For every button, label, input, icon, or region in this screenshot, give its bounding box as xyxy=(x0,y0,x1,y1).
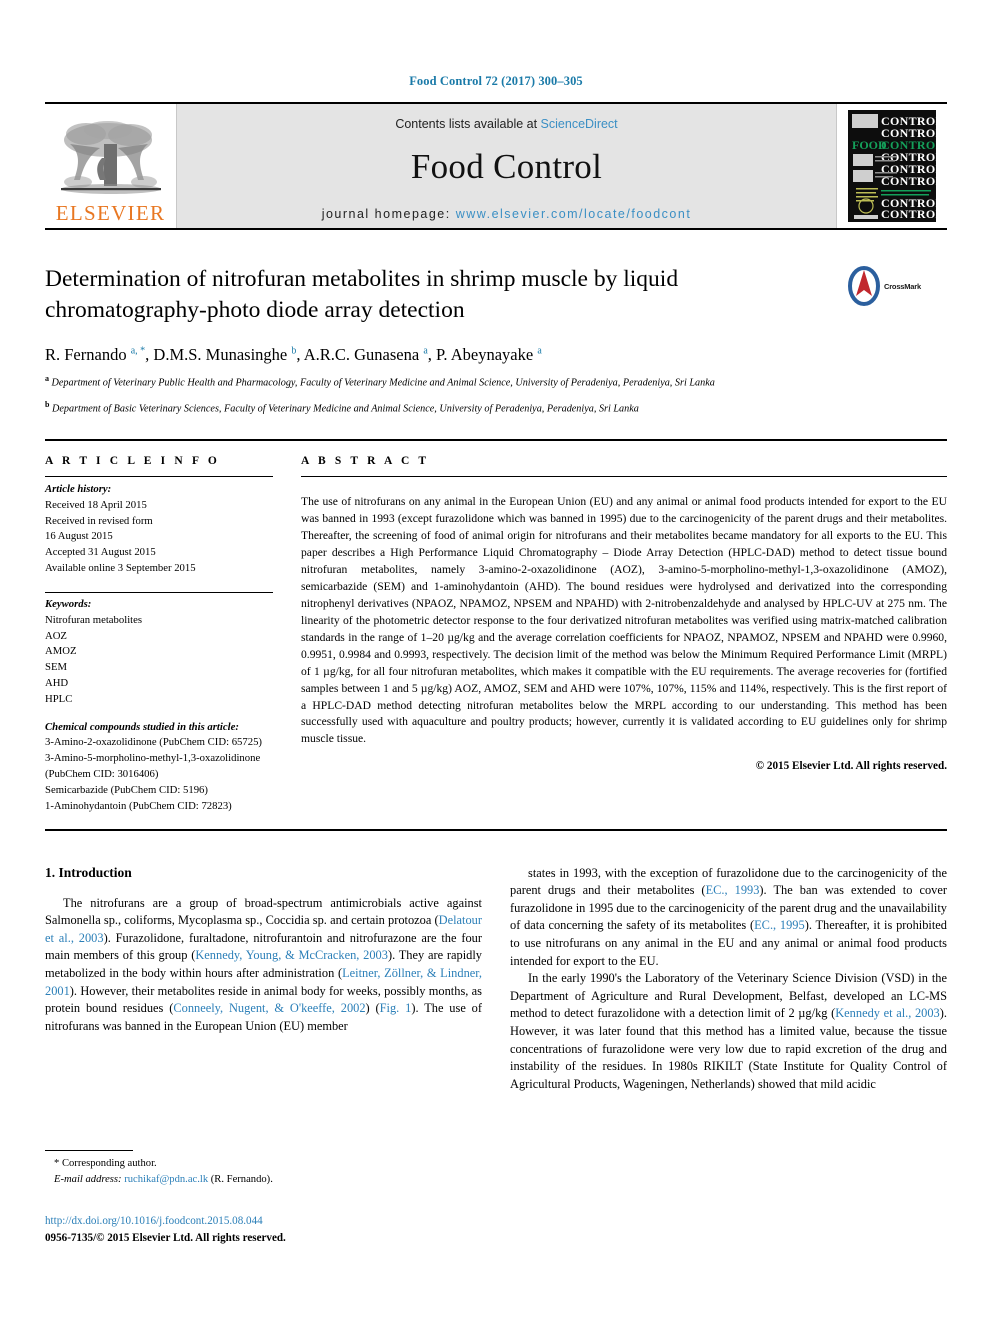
homepage-prefix: journal homepage: xyxy=(321,207,456,221)
compound-item: 1-Aminohydantoin (PubChem CID: 72823) xyxy=(45,799,232,812)
history-item: Accepted 31 August 2015 xyxy=(45,546,156,559)
body-columns: 1. Introduction The nitrofurans are a gr… xyxy=(45,865,947,1094)
keyword-item: AOZ xyxy=(45,629,67,642)
keywords-label: Keywords: xyxy=(45,597,92,610)
journal-title: Food Control xyxy=(410,147,603,186)
body-paragraph: The nitrofurans are a group of broad-spe… xyxy=(45,895,482,1033)
author-list: R. Fernando a, *, D.M.S. Munasinghe b, A… xyxy=(45,344,542,364)
keyword-item: SEM xyxy=(45,661,67,674)
body-paragraph: In the early 1990's the Laboratory of th… xyxy=(510,971,947,1091)
email-suffix: (R. Fernando). xyxy=(210,1173,273,1185)
email-link[interactable]: ruchikaf@pdn.ac.lk xyxy=(124,1174,208,1185)
journal-homepage-link[interactable]: www.elsevier.com/locate/foodcont xyxy=(456,207,692,221)
abstract-text: The use of nitrofurans on any animal in … xyxy=(301,495,947,746)
keyword-item: HPLC xyxy=(45,692,73,705)
history-item: Received in revised form xyxy=(45,514,153,527)
doi-block: http://dx.doi.org/10.1016/j.foodcont.201… xyxy=(45,1213,478,1246)
article-info-column: A R T I C L E I N F O Article history: R… xyxy=(45,455,273,815)
keyword-item: Nitrofuran metabolites xyxy=(45,613,143,626)
keyword-item: AHD xyxy=(45,676,69,689)
crossmark-icon xyxy=(848,266,880,306)
body-column-left: 1. Introduction The nitrofurans are a gr… xyxy=(45,865,482,1094)
article-info-heading: A R T I C L E I N F O xyxy=(45,454,220,467)
compound-item: Semicarbazide (PubChem CID: 5196) xyxy=(45,783,208,796)
footnote-divider xyxy=(45,1150,133,1151)
crossmark-label: CrossMark xyxy=(884,281,921,291)
sciencedirect-link[interactable]: ScienceDirect xyxy=(541,117,618,131)
svg-text:CONTROL: CONTROL xyxy=(881,207,936,221)
history-item: Available online 3 September 2015 xyxy=(45,562,196,575)
band-bottom-rule xyxy=(45,828,947,831)
email-label: E-mail address: xyxy=(54,1173,122,1185)
compound-item: 3-Amino-2-oxazolidinone (PubChem CID: 65… xyxy=(45,736,262,749)
elsevier-wordmark: ELSEVIER xyxy=(55,201,166,225)
info-abstract-band: A R T I C L E I N F O Article history: R… xyxy=(45,438,947,815)
contents-prefix: Contents lists available at xyxy=(395,117,541,131)
abstract-rule xyxy=(301,475,947,477)
history-item: 16 August 2015 xyxy=(45,530,113,543)
doi-link[interactable]: http://dx.doi.org/10.1016/j.foodcont.201… xyxy=(45,1213,478,1230)
abstract-heading: A B S T R A C T xyxy=(301,454,430,467)
journal-cover-thumbnail: CONTROL CONTROL FOOD CONTROL CONTROL CON… xyxy=(836,104,947,228)
abstract-column: A B S T R A C T The use of nitrofurans o… xyxy=(301,455,947,815)
affiliation-b: b Department of Basic Veterinary Science… xyxy=(45,400,639,415)
elsevier-logo: ELSEVIER xyxy=(45,104,177,228)
abstract-copyright: © 2015 Elsevier Ltd. All rights reserved… xyxy=(755,759,947,772)
keywords-divider xyxy=(45,591,273,593)
issn-copyright-line: 0956-7135/© 2015 Elsevier Ltd. All right… xyxy=(45,1231,286,1244)
page-title: Determination of nitrofuran metabolites … xyxy=(45,266,679,324)
history-item: Received 18 April 2015 xyxy=(45,498,147,511)
title-block: Determination of nitrofuran metabolites … xyxy=(45,264,947,327)
body-paragraph: states in 1993, with the exception of fu… xyxy=(510,865,948,968)
contents-lists-line: Contents lists available at ScienceDirec… xyxy=(395,117,617,131)
footnote-body: * Corresponding author. E-mail address: … xyxy=(45,1156,478,1187)
masthead-center: Contents lists available at ScienceDirec… xyxy=(177,104,836,228)
elsevier-tree-icon xyxy=(60,121,161,194)
corresponding-author-footnote: * Corresponding author. E-mail address: … xyxy=(45,1150,478,1187)
email-line: E-mail address: ruchikaf@pdn.ac.lk (R. F… xyxy=(54,1172,478,1188)
keyword-item: AMOZ xyxy=(45,645,77,658)
journal-homepage-line: journal homepage: www.elsevier.com/locat… xyxy=(322,207,692,221)
affiliation-a-text: Department of Veterinary Public Health a… xyxy=(51,377,715,389)
affiliation-b-text: Department of Basic Veterinary Sciences,… xyxy=(52,403,639,415)
running-head: Food Control 72 (2017) 300–305 xyxy=(409,74,583,88)
corresponding-author-note: * Corresponding author. xyxy=(54,1158,157,1169)
article-history-label: Article history: xyxy=(45,482,112,495)
crossmark-badge[interactable]: CrossMark xyxy=(847,264,947,308)
journal-masthead: ELSEVIER Contents lists available at Sci… xyxy=(45,102,947,230)
journal-article-page: Food Control 72 (2017) 300–305 ELSEVIER … xyxy=(0,0,992,1323)
journal-cover-image: CONTROL CONTROL FOOD CONTROL CONTROL CON… xyxy=(848,110,936,222)
section-heading-introduction: 1. Introduction xyxy=(45,864,132,880)
affiliation-a: a Department of Veterinary Public Health… xyxy=(45,374,715,389)
compound-item: 3-Amino-5-morpholino-methyl-1,3-oxazolid… xyxy=(45,752,261,781)
article-info-body: Article history: Received 18 April 2015 … xyxy=(45,477,273,815)
chemical-compounds-label: Chemical compounds studied in this artic… xyxy=(45,720,239,733)
body-column-right: states in 1993, with the exception of fu… xyxy=(510,865,947,1094)
